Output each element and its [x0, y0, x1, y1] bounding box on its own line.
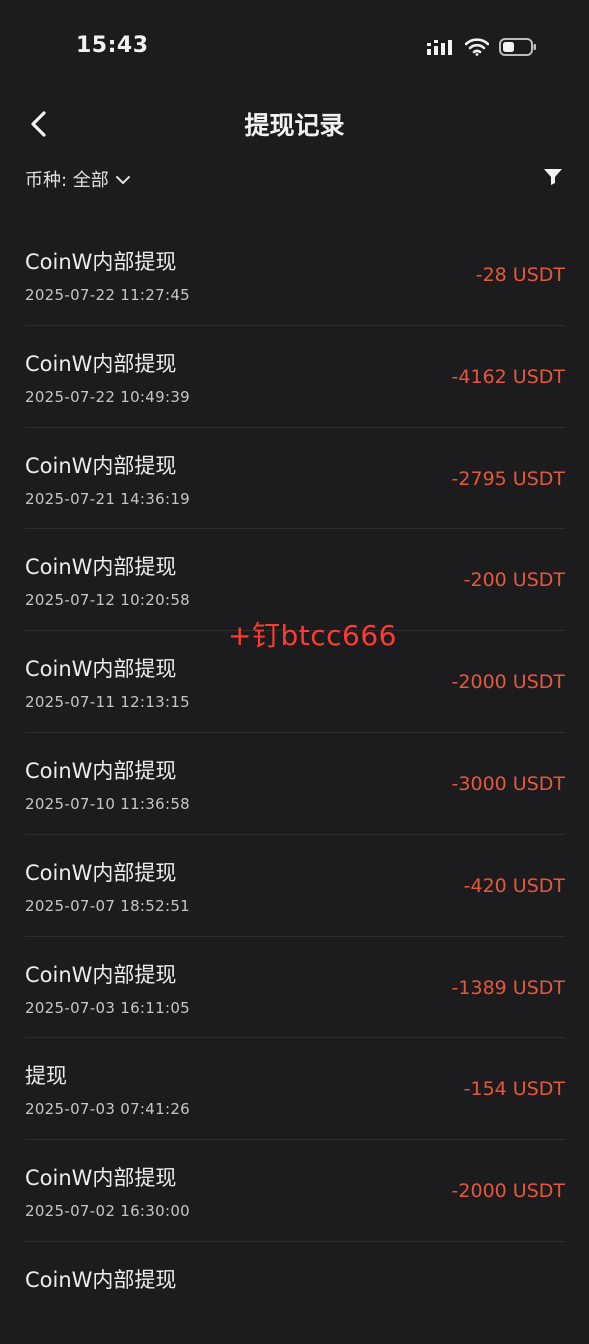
page-title: 提现记录	[244, 111, 345, 140]
list-item[interactable]: CoinW内部提现 2025-07-03 16:11:05 -1389 USDT	[25, 937, 565, 1039]
record-title: CoinW内部提现	[25, 758, 177, 783]
record-amount: -200 USDT	[463, 569, 565, 592]
record-amount: -2795 USDT	[451, 467, 565, 490]
wifi-icon	[465, 38, 489, 56]
record-amount: -2000 USDT	[451, 671, 565, 694]
list-item[interactable]: CoinW内部提现 2025-07-21 14:36:19 -2795 USDT	[25, 428, 565, 530]
list-item[interactable]: CoinW内部提现 2025-07-10 11:36:58 -3000 USDT	[25, 733, 565, 835]
list-item[interactable]: 提现 2025-07-03 07:41:26 -154 USDT	[25, 1038, 565, 1141]
record-title: 提现	[25, 1064, 67, 1089]
record-title: CoinW内部提现	[25, 860, 177, 885]
filter-icon[interactable]	[542, 166, 564, 188]
record-time: 2025-07-02 16:30:00	[25, 1202, 191, 1221]
list-item[interactable]: CoinW内部提现 2025-07-22 11:27:45 -28 USDT	[25, 224, 565, 326]
record-title: CoinW内部提现	[25, 555, 177, 580]
record-amount: -1389 USDT	[451, 976, 565, 999]
status-icons	[427, 36, 537, 58]
nav-bar: 提现记录	[0, 92, 589, 154]
record-title: CoinW内部提现	[25, 453, 177, 478]
record-amount: -3000 USDT	[451, 772, 565, 795]
record-title: CoinW内部提现	[25, 250, 177, 274]
record-title: CoinW内部提现	[25, 657, 177, 682]
chevron-down-icon	[115, 176, 130, 184]
status-bar: 15:43	[0, 0, 589, 92]
cellular-signal-icon	[427, 40, 452, 55]
record-time: 2025-07-22 11:27:45	[25, 286, 191, 304]
record-time: 2025-07-10 11:36:58	[25, 794, 191, 813]
list-item[interactable]: CoinW内部提现 2025-07-02 16:30:00 -2000 USDT	[25, 1140, 565, 1242]
list-item[interactable]: CoinW内部提现	[25, 1242, 565, 1344]
record-title: CoinW内部提现	[25, 1267, 177, 1292]
record-amount: -4162 USDT	[451, 365, 565, 388]
record-amount: -28 USDT	[475, 264, 565, 286]
record-amount: -154 USDT	[463, 1078, 565, 1101]
record-time: 2025-07-07 18:52:51	[25, 896, 191, 915]
list-item[interactable]: CoinW内部提现 2025-07-07 18:52:51 -420 USDT	[25, 835, 565, 937]
record-title: CoinW内部提现	[25, 351, 177, 376]
list-item[interactable]: CoinW内部提现 2025-07-22 10:49:39 -4162 USDT	[25, 326, 565, 428]
currency-filter-label: 币种: 全部	[25, 170, 109, 191]
record-title: CoinW内部提现	[25, 1166, 177, 1191]
filter-row: 币种: 全部	[0, 160, 589, 200]
record-time: 2025-07-21 14:36:19	[25, 489, 191, 508]
record-time: 2025-07-22 10:49:39	[25, 387, 191, 406]
record-time: 2025-07-11 12:13:15	[25, 693, 191, 712]
record-time: 2025-07-03 07:41:26	[25, 1100, 191, 1119]
record-time: 2025-07-03 16:11:05	[25, 998, 191, 1017]
record-amount: -2000 USDT	[451, 1180, 565, 1203]
record-time: 2025-07-12 10:20:58	[25, 591, 191, 610]
withdrawal-record-list: CoinW内部提现 2025-07-22 11:27:45 -28 USDT C…	[25, 224, 565, 1344]
battery-icon	[499, 38, 536, 56]
currency-filter-dropdown[interactable]: 币种: 全部	[25, 166, 131, 192]
watermark-text: +钉btcc666	[228, 619, 397, 652]
status-time: 15:43	[76, 33, 149, 58]
record-amount: -420 USDT	[463, 874, 565, 897]
record-title: CoinW内部提现	[25, 962, 177, 987]
